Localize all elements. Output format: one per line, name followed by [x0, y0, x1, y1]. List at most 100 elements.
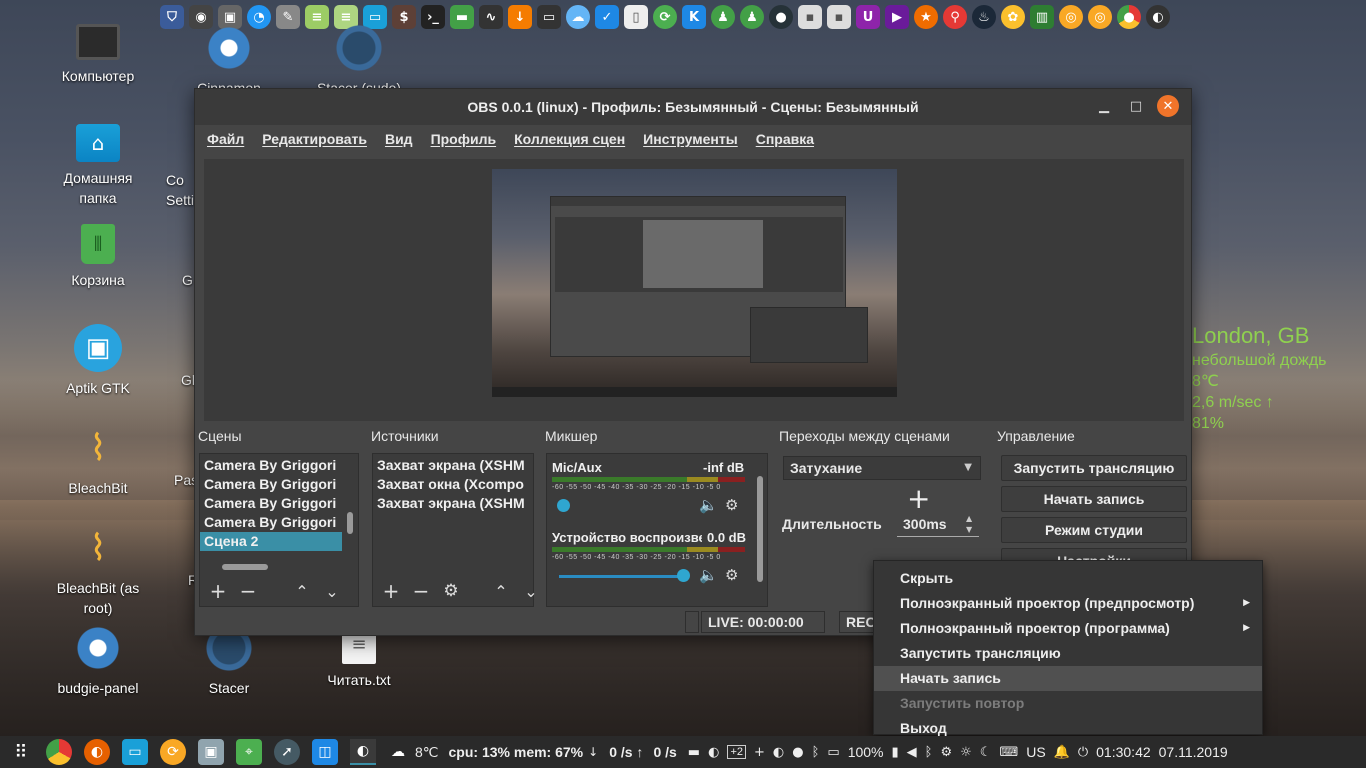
mixer-vscrollbar[interactable]	[757, 476, 763, 582]
menu-scene-collection[interactable]: Коллекция сцен	[514, 131, 625, 147]
add-icon[interactable]: +	[208, 579, 228, 603]
speaker-icon[interactable]: 🔈	[699, 496, 718, 514]
menu-item-start-streaming[interactable]: Запустить трансляцию	[874, 641, 1262, 666]
bluetooth-icon[interactable]: ᛒ	[812, 745, 820, 760]
u-app-icon[interactable]: U	[856, 5, 880, 29]
desktop-icon-partial[interactable]: Pas	[174, 470, 194, 490]
desktop-icon-home-folder[interactable]: ⌂ Домашняя папка	[43, 124, 153, 208]
notification-bell-icon[interactable]: 🔔	[1054, 745, 1070, 760]
device-icon[interactable]: ▪	[798, 5, 822, 29]
scene-item[interactable]: Camera By Griggori	[200, 513, 342, 532]
search-app-icon[interactable]: ⚲	[943, 5, 967, 29]
scenes-hscrollbar[interactable]	[222, 564, 268, 570]
menu-tools[interactable]: Инструменты	[643, 131, 738, 147]
add-icon[interactable]: +	[754, 745, 765, 760]
menu-item-start-recording[interactable]: Начать запись	[874, 666, 1262, 691]
volume-slider-knob[interactable]	[677, 569, 690, 582]
desktop-icon-partial[interactable]: Co Setti	[166, 170, 196, 210]
scene-item[interactable]: Camera By Griggori	[200, 456, 342, 475]
menu-profile[interactable]: Профиль	[431, 131, 497, 147]
start-recording-button[interactable]: Начать запись	[1001, 486, 1187, 512]
bluetooth-alt-icon[interactable]: ᛒ	[925, 745, 933, 760]
start-streaming-button[interactable]: Запустить трансляцию	[1001, 455, 1187, 481]
add-icon[interactable]: +	[381, 579, 401, 603]
power-icon[interactable]: ⏻	[1078, 745, 1088, 760]
kodi-icon[interactable]: K	[682, 5, 706, 29]
screen-icon[interactable]: ▭	[827, 745, 839, 760]
desktop-icon-trash[interactable]: ⦀ Корзина	[43, 224, 153, 290]
desktop-icon-budgie-panel[interactable]: budgie-panel	[43, 624, 153, 698]
scenes-list[interactable]: Camera By Griggori Camera By Griggori Ca…	[200, 456, 342, 551]
gear-icon[interactable]: ⚙	[725, 496, 738, 514]
device-alt-icon[interactable]: ▪	[827, 5, 851, 29]
battery-icon[interactable]: ▮	[892, 745, 899, 760]
scene-item[interactable]: Camera By Griggori	[200, 475, 342, 494]
sync-icon[interactable]: ⟳	[160, 739, 186, 765]
workspace-switcher[interactable]: +2	[727, 745, 746, 759]
display-icon[interactable]: ▭	[537, 5, 561, 29]
obs-tray-icon[interactable]: ◐	[708, 745, 719, 760]
android-icon[interactable]: ♟	[711, 5, 735, 29]
chrome-icon[interactable]	[46, 739, 72, 765]
scene-item-selected[interactable]: Сцена 2	[200, 532, 342, 551]
desktop-icon-computer[interactable]: Компьютер	[43, 24, 153, 86]
android-alt-icon[interactable]: ♟	[740, 5, 764, 29]
obs-task-icon[interactable]: ◐	[350, 739, 376, 765]
source-item[interactable]: Захват экрана (XSHM	[373, 456, 533, 475]
app-grid-icon[interactable]: ⠿	[8, 739, 34, 765]
folder-icon[interactable]: ▬	[688, 745, 700, 760]
maps-icon[interactable]: ⌖	[236, 739, 262, 765]
desktop-icon-partial[interactable]: Gl	[181, 370, 195, 390]
speaker-icon[interactable]: 🔈	[699, 566, 718, 584]
desktop-icon-bleachbit-root[interactable]: ⌇ BleachBit (as root)	[43, 524, 153, 618]
desktop-icon-cinnamon[interactable]: Cinnamon	[174, 24, 284, 98]
sources-list[interactable]: Захват экрана (XSHM Захват окна (Xcompo …	[373, 456, 533, 513]
speaker-alt-icon[interactable]: ◎	[1088, 5, 1112, 29]
obs-tray-icon-2[interactable]: ◐	[773, 745, 784, 760]
clock-time[interactable]: 01:30:42	[1096, 744, 1151, 760]
preview-canvas[interactable]	[492, 169, 897, 397]
preview-area[interactable]	[204, 159, 1184, 421]
terminal-icon[interactable]: ›_	[421, 5, 445, 29]
update-icon[interactable]: ⟳	[653, 5, 677, 29]
download-icon[interactable]: ↓	[508, 5, 532, 29]
settings-icon[interactable]: ⚙	[940, 745, 952, 760]
window-titlebar[interactable]: OBS 0.0.1 (linux) - Профиль: Безымянный …	[195, 89, 1191, 125]
volume-icon[interactable]: ◀	[907, 745, 917, 760]
package-icon[interactable]: ▣	[198, 739, 224, 765]
close-icon[interactable]: ✕	[1157, 95, 1179, 117]
move-up-icon[interactable]: ⌃	[292, 582, 312, 601]
maximize-icon[interactable]: □	[1125, 95, 1147, 117]
menu-edit[interactable]: Редактировать	[262, 131, 367, 147]
menu-item-hide[interactable]: Скрыть	[874, 566, 1262, 591]
desktop-icon-stacer-sudo[interactable]: Stacer (sudo)	[304, 24, 414, 98]
firefox-icon[interactable]: ◐	[84, 739, 110, 765]
keyboard-layout[interactable]: US	[1026, 744, 1045, 760]
gear-icon[interactable]: ⚙	[725, 566, 738, 584]
star-icon[interactable]: ★	[914, 5, 938, 29]
clock-date[interactable]: 07.11.2019	[1159, 744, 1228, 760]
cloud-icon[interactable]: ☁	[566, 5, 590, 29]
gear-icon[interactable]: ⚙	[441, 581, 461, 601]
menu-help[interactable]: Справка	[756, 131, 814, 147]
checkbox-icon[interactable]: ✓	[595, 5, 619, 29]
desktop-icon-bleachbit[interactable]: ⌇ BleachBit	[43, 424, 153, 498]
equalizer-icon[interactable]: ▥	[1030, 5, 1054, 29]
screenshot-icon[interactable]: ◫	[312, 739, 338, 765]
volume-slider-knob[interactable]	[557, 499, 570, 512]
night-mode-icon[interactable]: ☾	[980, 745, 992, 760]
chrome-tray-icon[interactable]: ●	[792, 745, 803, 760]
desktop-icon-aptik[interactable]: ▣ Aptik GTK	[43, 324, 153, 398]
move-down-icon[interactable]: ⌄	[322, 582, 342, 601]
remove-icon[interactable]: −	[238, 579, 258, 603]
steam-icon[interactable]: ♨	[972, 5, 996, 29]
scene-item[interactable]: Camera By Griggori	[200, 494, 342, 513]
brightness-icon[interactable]: ☼	[960, 745, 972, 760]
move-down-icon[interactable]: ⌄	[521, 582, 541, 601]
menu-item-projector-program[interactable]: Полноэкранный проектор (программа) ▶	[874, 616, 1262, 641]
keyboard-icon[interactable]: ⌨	[999, 745, 1018, 760]
scenes-vscrollbar[interactable]	[347, 512, 353, 534]
studio-mode-button[interactable]: Режим студии	[1001, 517, 1187, 543]
files-icon[interactable]: ▭	[122, 739, 148, 765]
menu-view[interactable]: Вид	[385, 131, 413, 147]
